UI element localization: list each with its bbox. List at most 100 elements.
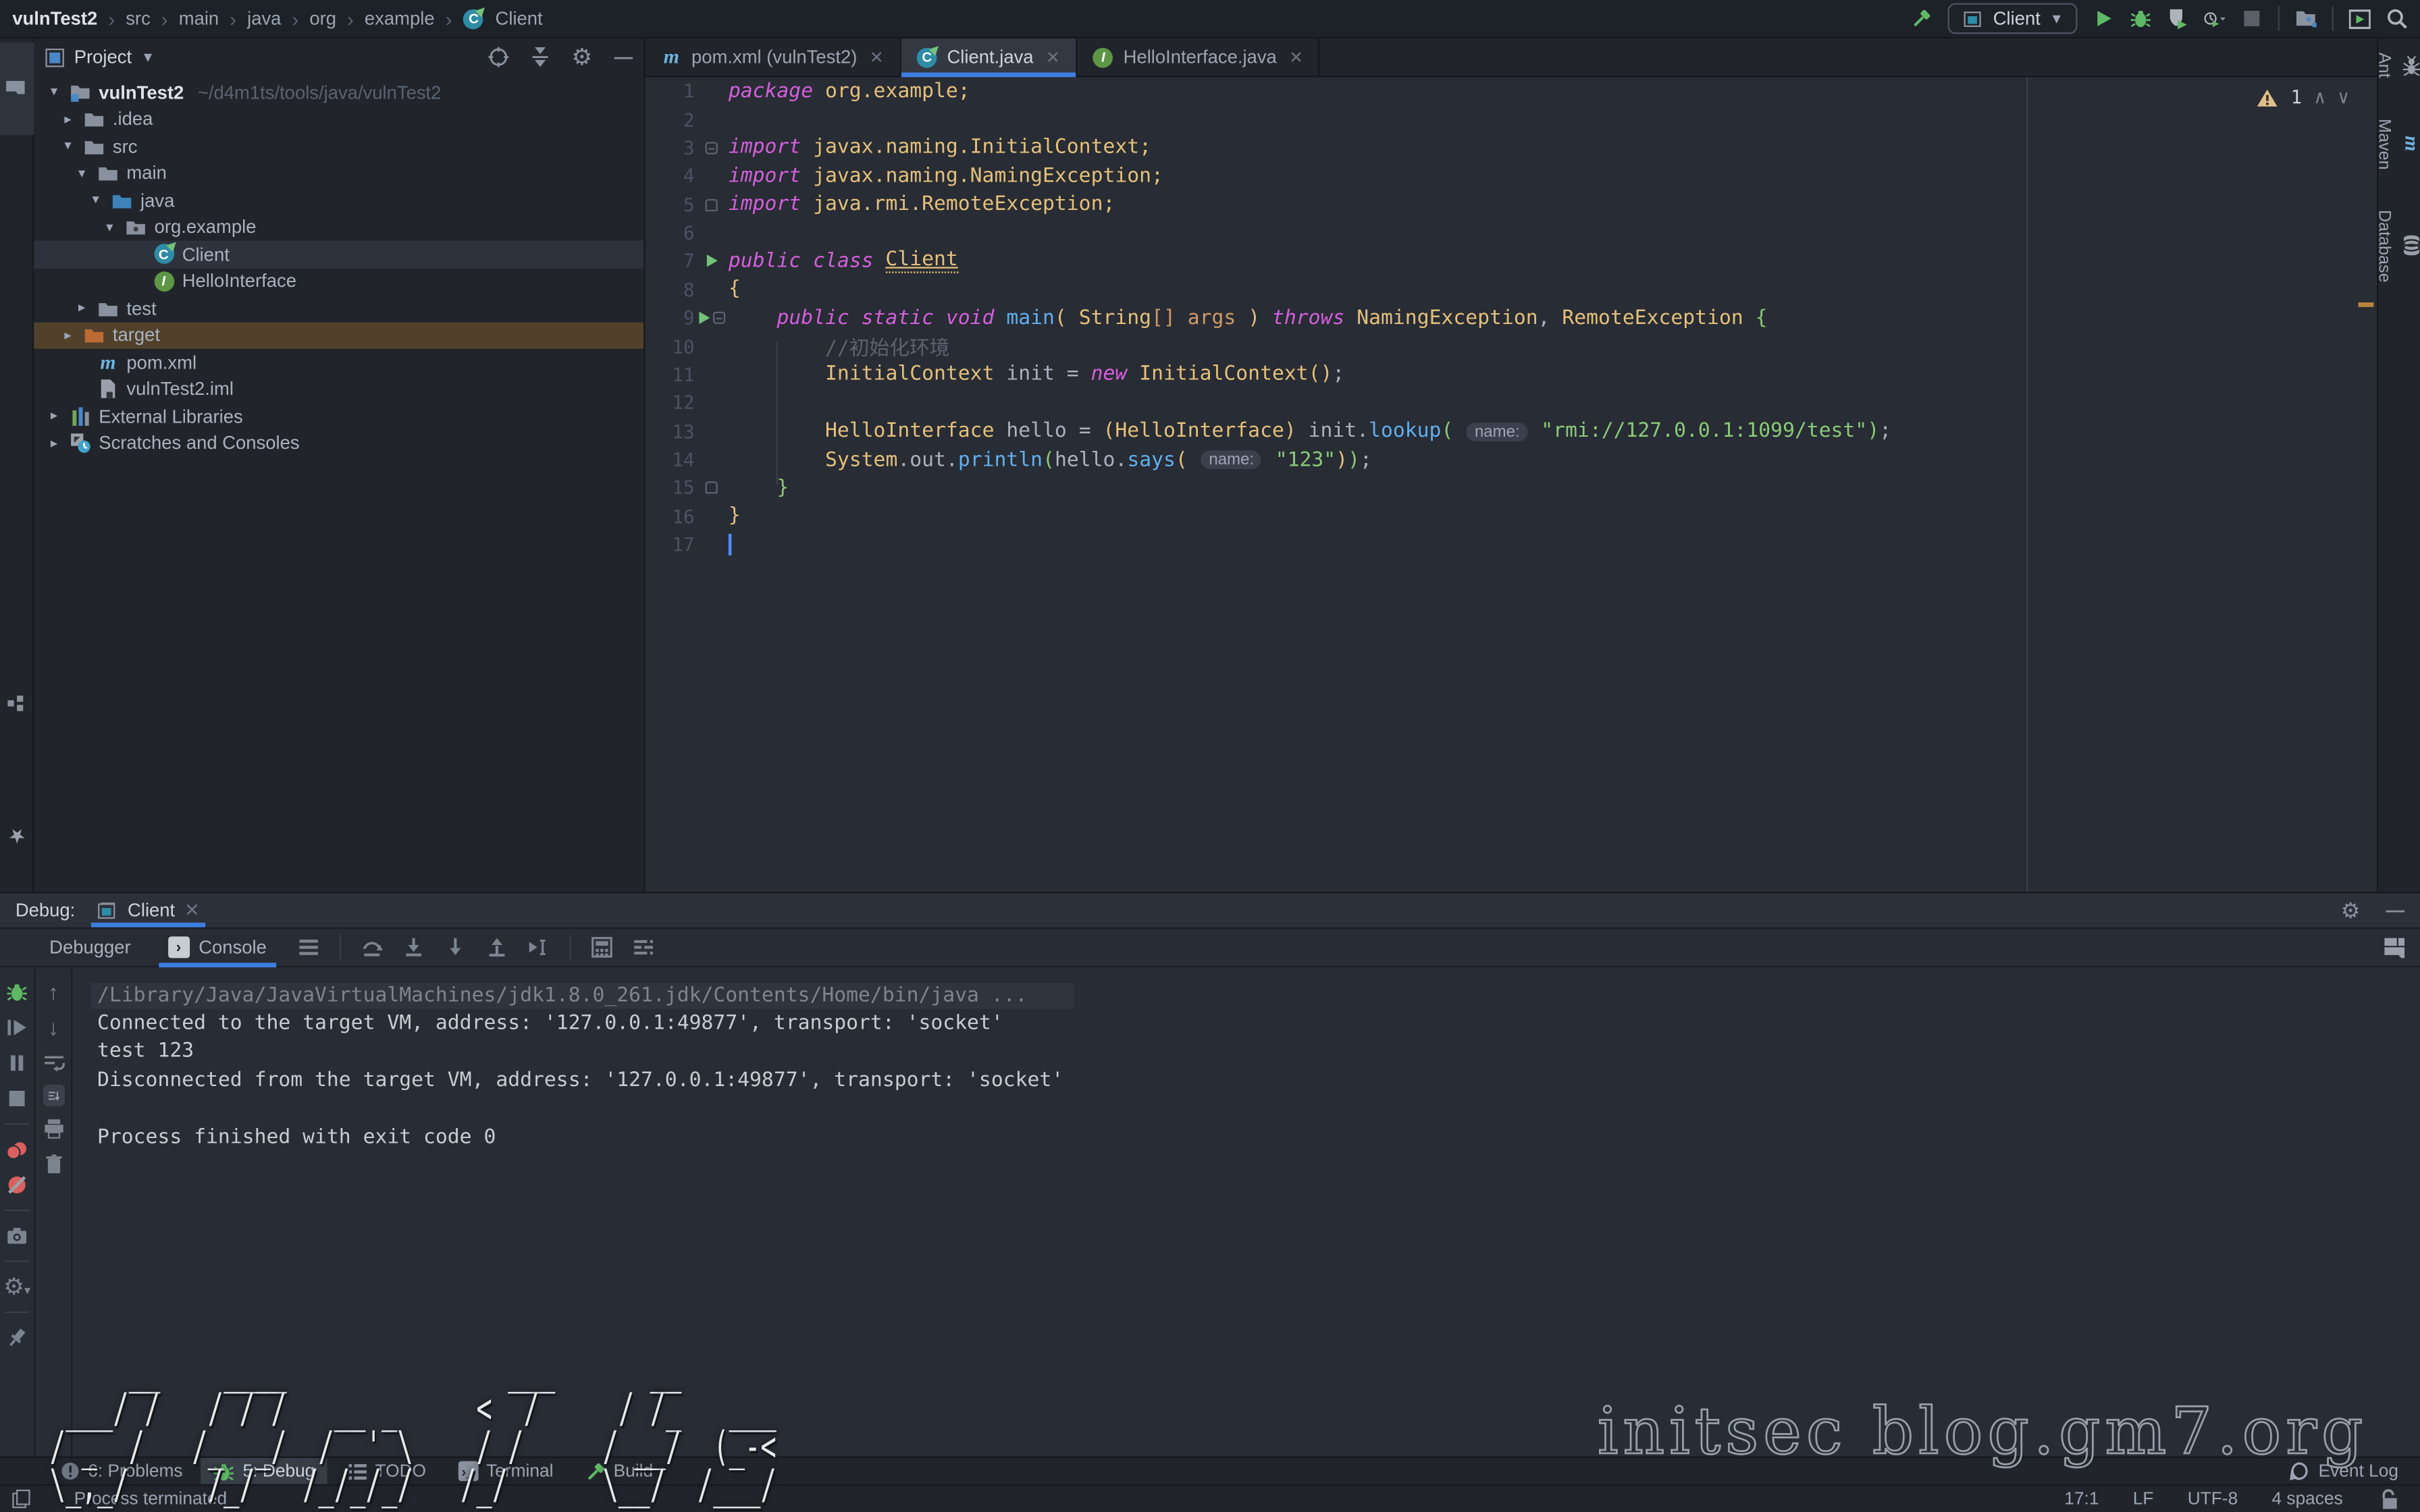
hide-icon[interactable]: — bbox=[612, 47, 634, 68]
breadcrumb-item[interactable]: main bbox=[179, 7, 219, 29]
console-line[interactable]: Connected to the target VM, address: '12… bbox=[97, 1010, 2420, 1038]
tree-expand-icon[interactable]: ▸ bbox=[47, 435, 62, 452]
breadcrumb-item[interactable]: example bbox=[365, 7, 435, 29]
tree-expand-icon[interactable]: ▸ bbox=[60, 111, 76, 128]
code-line[interactable]: 10 //初始化环境 bbox=[645, 332, 2377, 360]
project-panel-title[interactable]: Project bbox=[74, 47, 132, 68]
debug-tab-debugger[interactable]: Debugger bbox=[34, 928, 146, 967]
close-icon[interactable]: ✕ bbox=[1046, 47, 1060, 68]
code-line[interactable]: 11 InitialContext init = new InitialCont… bbox=[645, 360, 2377, 389]
tree-item-org-example[interactable]: ▾org.example bbox=[34, 214, 643, 241]
breadcrumb-item[interactable]: vulnTest2 bbox=[12, 7, 97, 29]
inspections-widget[interactable]: 1 ∧ ∨ bbox=[2257, 86, 2348, 108]
step-into-icon[interactable] bbox=[402, 936, 424, 958]
status-widget[interactable]: 17:1 bbox=[2064, 1490, 2099, 1508]
tree-item-scratches-and-consoles[interactable]: ▸Scratches and Consoles bbox=[34, 430, 643, 457]
debug-tab-console[interactable]: ›Console bbox=[153, 928, 282, 967]
tree-expand-icon[interactable]: ▾ bbox=[74, 165, 90, 182]
step-over-icon[interactable] bbox=[361, 936, 382, 958]
arrow-up-icon[interactable]: ↑ bbox=[43, 981, 64, 1003]
hammer-icon[interactable] bbox=[1912, 7, 1933, 29]
pause-icon[interactable] bbox=[6, 1052, 28, 1074]
tree-item-src[interactable]: ▾src bbox=[34, 133, 643, 160]
code-line[interactable]: 15 } bbox=[645, 474, 2377, 502]
code-line[interactable]: 3import javax.naming.InitialContext; bbox=[645, 134, 2377, 162]
tree-expand-icon[interactable]: ▾ bbox=[47, 84, 62, 101]
camera-icon[interactable] bbox=[6, 1225, 28, 1247]
code-line[interactable]: 9 public static void main( String[] args… bbox=[645, 304, 2377, 332]
code-line[interactable]: 7public class Client bbox=[645, 247, 2377, 275]
status-widget[interactable]: LF bbox=[2133, 1490, 2154, 1508]
layout-settings-icon[interactable] bbox=[633, 936, 654, 958]
code-line[interactable]: 17 bbox=[645, 531, 2377, 559]
tree-expand-icon[interactable]: ▸ bbox=[74, 300, 90, 317]
code-line[interactable]: 14 System.out.println(hello.says( name: … bbox=[645, 446, 2377, 474]
hamburger-icon[interactable] bbox=[298, 936, 319, 958]
tree-expand-icon[interactable]: ▸ bbox=[47, 408, 62, 425]
code-line[interactable]: 6 bbox=[645, 219, 2377, 247]
rerun-debug-icon[interactable] bbox=[6, 981, 28, 1003]
stop-icon[interactable] bbox=[2241, 7, 2263, 29]
code-line[interactable]: 4import javax.naming.NamingException; bbox=[645, 162, 2377, 190]
run-config-combo[interactable]: Client▼ bbox=[1948, 3, 2077, 34]
code-area[interactable]: 1 ∧ ∨ 1package org.example;23import java… bbox=[645, 77, 2377, 892]
editor-tab-pom-xml-vulntest2-[interactable]: mpom.xml (vulnTest2)✕ bbox=[645, 38, 901, 76]
step-out-icon[interactable] bbox=[485, 936, 507, 958]
fold-icon[interactable] bbox=[706, 482, 718, 494]
project-structure-icon[interactable] bbox=[2295, 7, 2317, 29]
force-step-into-icon[interactable] bbox=[444, 936, 466, 958]
breadcrumb[interactable]: vulnTest2›src›main›java›org›example›CCli… bbox=[12, 7, 542, 30]
lock-icon[interactable] bbox=[2377, 1488, 2398, 1510]
coverage-icon[interactable] bbox=[2167, 7, 2188, 29]
breadcrumb-item[interactable]: Client bbox=[496, 7, 543, 29]
tree-item-pom-xml[interactable]: mpom.xml bbox=[34, 349, 643, 376]
scroll-end-icon[interactable] bbox=[43, 1085, 64, 1106]
console-line[interactable]: test 123 bbox=[97, 1038, 2420, 1066]
tree-item-main[interactable]: ▾main bbox=[34, 160, 643, 187]
console-line[interactable]: Disconnected from the target VM, address… bbox=[97, 1066, 2420, 1095]
tool-stripe-tab[interactable]: 7: Structure bbox=[0, 647, 34, 757]
tree-item-test[interactable]: ▸test bbox=[34, 295, 643, 322]
status-widget[interactable]: 4 spaces bbox=[2272, 1490, 2343, 1508]
settings-icon[interactable]: ⚙▾ bbox=[6, 1276, 28, 1297]
tree-item-hellointerface[interactable]: IHelloInterface bbox=[34, 268, 643, 295]
prev-warning-icon[interactable]: ∧ bbox=[2315, 86, 2326, 108]
tree-item-target[interactable]: ▸target bbox=[34, 322, 643, 349]
collapse-all-icon[interactable] bbox=[529, 47, 551, 68]
debug-bug-icon[interactable] bbox=[2130, 7, 2151, 29]
fold-icon[interactable] bbox=[706, 198, 718, 211]
tree-item-vulntest2-iml[interactable]: vulnTest2.iml bbox=[34, 376, 643, 403]
tool-stripe-tab[interactable]: Database bbox=[2370, 198, 2420, 293]
code-line[interactable]: 12 bbox=[645, 389, 2377, 417]
tree-expand-icon[interactable]: ▾ bbox=[60, 138, 76, 155]
tree-expand-icon[interactable]: ▾ bbox=[102, 219, 117, 236]
gear-icon[interactable]: ⚙ bbox=[2340, 900, 2361, 921]
tree-item--idea[interactable]: ▸.idea bbox=[34, 106, 643, 133]
fold-icon[interactable] bbox=[712, 312, 725, 324]
code-line[interactable]: 16} bbox=[645, 502, 2377, 531]
tree-item-external-libraries[interactable]: ▸External Libraries bbox=[34, 403, 643, 430]
breadcrumb-item[interactable]: java bbox=[247, 7, 281, 29]
error-stripe-mark[interactable] bbox=[2359, 302, 2374, 307]
console-line[interactable]: /Library/Java/JavaVirtualMachines/jdk1.8… bbox=[97, 981, 2420, 1010]
tree-expand-icon[interactable]: ▸ bbox=[60, 327, 76, 344]
view-breakpoints-icon[interactable] bbox=[6, 1139, 28, 1160]
settings-icon[interactable]: ⚙ bbox=[571, 47, 593, 68]
close-icon[interactable]: ✕ bbox=[184, 900, 200, 921]
tree-item-client[interactable]: CClient bbox=[34, 241, 643, 268]
stop-icon[interactable] bbox=[6, 1087, 28, 1109]
next-warning-icon[interactable]: ∨ bbox=[2338, 86, 2349, 108]
resume-icon[interactable] bbox=[6, 1017, 28, 1038]
status-widget[interactable]: UTF-8 bbox=[2188, 1490, 2238, 1508]
tool-stripe-tab[interactable]: ★2: Favorites bbox=[0, 778, 34, 888]
code-line[interactable]: 13 HelloInterface hello = (HelloInterfac… bbox=[645, 417, 2377, 446]
tool-stripe-tab[interactable]: Ant bbox=[2370, 42, 2420, 89]
play-icon[interactable] bbox=[2093, 7, 2114, 29]
locate-icon[interactable] bbox=[488, 47, 509, 68]
console-line[interactable]: Process finished with exit code 0 bbox=[97, 1123, 2420, 1152]
tree-expand-icon[interactable]: ▾ bbox=[88, 192, 103, 209]
run-line-icon[interactable] bbox=[706, 255, 717, 267]
close-icon[interactable]: ✕ bbox=[1289, 47, 1303, 68]
code-line[interactable]: 8{ bbox=[645, 275, 2377, 304]
close-icon[interactable]: ✕ bbox=[870, 47, 884, 68]
